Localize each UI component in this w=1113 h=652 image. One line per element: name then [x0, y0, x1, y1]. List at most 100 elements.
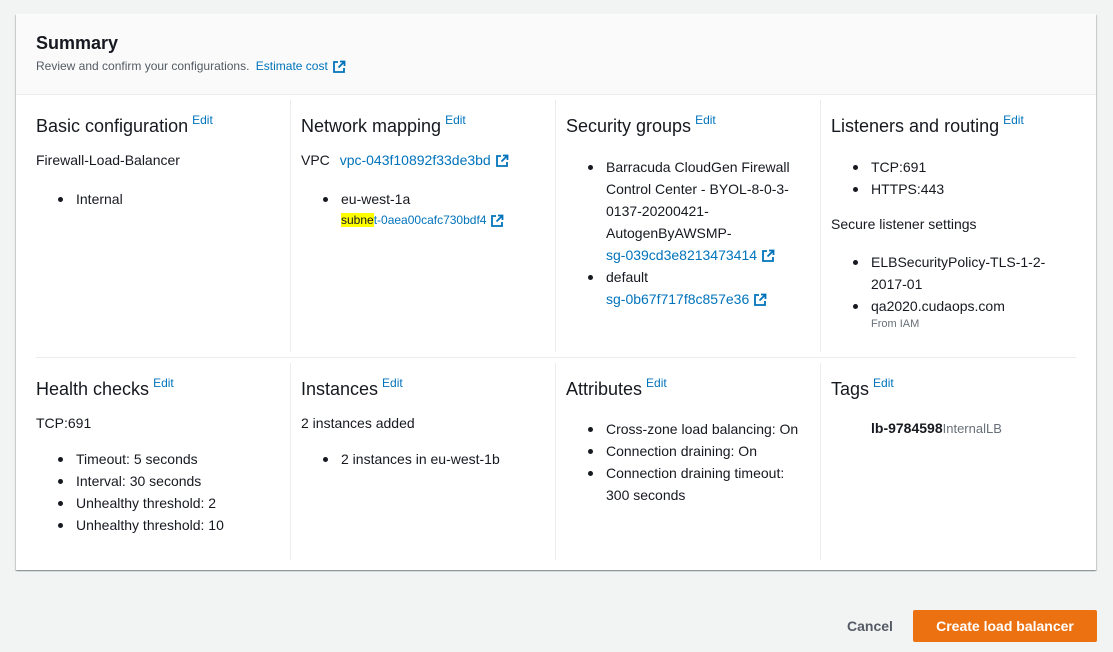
draining-timeout-line: 300 seconds: [606, 487, 686, 503]
health-check-list: Timeout: 5 seconds Interval: 30 seconds …: [56, 448, 224, 536]
security-policy-line: 2017-01: [871, 276, 923, 292]
external-link-icon: [495, 154, 509, 168]
list-item: ELBSecurityPolicy-TLS-1-2- 2017-01: [851, 251, 1076, 295]
listeners-routing-section: Listeners and routing Edit TCP:691 HTTPS:…: [831, 113, 1081, 330]
attributes-section: Attributes Edit Cross-zone load balancing…: [566, 376, 816, 503]
tags-heading: Tags Edit: [831, 376, 1081, 400]
cancel-button[interactable]: Cancel: [832, 611, 908, 641]
list-item: Timeout: 5 seconds: [56, 448, 224, 470]
summary-description: Review and confirm your configurations. …: [36, 59, 346, 74]
subnet-list: eu-west-1a subnet-0aea00cafc730bdf4: [321, 188, 504, 230]
network-mapping-section: Network mapping Edit VPC vpc-043f10892f33…: [301, 113, 551, 227]
vpc-row: VPC vpc-043f10892f33de3bd: [301, 152, 509, 168]
section-title: Health checks: [36, 379, 150, 399]
security-group-id: sg-0b67f717f8c857e36: [606, 291, 750, 307]
external-link-icon: [332, 60, 346, 74]
instances-list: 2 instances in eu-west-1b: [321, 448, 500, 470]
vpc-link[interactable]: vpc-043f10892f33de3bd: [340, 152, 509, 168]
summary-title: Summary: [36, 33, 119, 53]
attributes-list: Cross-zone load balancing: On Connection…: [586, 418, 811, 506]
external-link-icon: [490, 214, 504, 228]
list-item: Connection draining timeout: 300 seconds: [586, 462, 811, 506]
health-check-target: TCP:691: [36, 415, 92, 431]
health-checks-heading: Health checks Edit: [36, 376, 286, 400]
section-title: Basic configuration: [36, 116, 189, 136]
certificate-source: From IAM: [871, 318, 920, 330]
edit-security-groups-link[interactable]: Edit: [695, 113, 716, 127]
section-title: Instances: [301, 379, 379, 399]
list-item: TCP:691: [851, 156, 944, 178]
tag-entry: lb-9784598InternalLB: [871, 420, 1002, 436]
section-title: Tags: [831, 379, 870, 399]
column-divider: [290, 100, 291, 352]
row-divider: [36, 357, 1076, 358]
security-group-link[interactable]: sg-039cd3e8213473414: [606, 244, 811, 266]
security-groups-heading: Security groups Edit: [566, 113, 816, 137]
scheme-list: Internal: [56, 188, 123, 210]
health-checks-section: Health checks Edit TCP:691 Timeout: 5 sec…: [36, 376, 286, 533]
summary-header: Summary Review and confirm your configur…: [16, 14, 1096, 95]
security-policy-line: ELBSecurityPolicy-TLS-1-2-: [871, 254, 1046, 270]
edit-listeners-link[interactable]: Edit: [1003, 113, 1024, 127]
section-title: Network mapping: [301, 116, 442, 136]
load-balancer-name: Firewall-Load-Balancer: [36, 152, 180, 168]
column-divider: [555, 363, 556, 560]
section-title: Attributes: [566, 379, 643, 399]
list-item: HTTPS:443: [851, 178, 944, 200]
section-title: Listeners and routing: [831, 116, 1000, 136]
edit-basic-configuration-link[interactable]: Edit: [192, 113, 213, 127]
instances-summary: 2 instances added: [301, 415, 415, 431]
subnet-highlight: subne: [341, 213, 374, 227]
security-group-name-line: default: [606, 269, 649, 285]
summary-card: Summary Review and confirm your configur…: [16, 14, 1096, 570]
list-item: Unhealthy threshold: 2: [56, 492, 224, 514]
column-divider: [820, 363, 821, 560]
certificate-name: qa2020.cudaops.com: [871, 298, 1005, 314]
estimate-cost-label: Estimate cost: [255, 59, 328, 73]
draining-timeout-line: Connection draining timeout:: [606, 465, 785, 481]
secure-listener-heading: Secure listener settings: [831, 216, 977, 232]
list-item: Internal: [56, 188, 123, 210]
availability-zone: eu-west-1a: [341, 191, 411, 207]
instances-heading: Instances Edit: [301, 376, 551, 400]
edit-network-mapping-link[interactable]: Edit: [445, 113, 466, 127]
vpc-id: vpc-043f10892f33de3bd: [339, 152, 491, 168]
list-item: Unhealthy threshold: 10: [56, 514, 224, 536]
estimate-cost-link[interactable]: Estimate cost: [256, 59, 346, 73]
security-group-name-line: 0137-20200421-: [606, 203, 709, 219]
column-divider: [555, 100, 556, 352]
list-item: Cross-zone load balancing: On: [586, 418, 811, 440]
external-link-icon: [761, 249, 775, 263]
list-item: qa2020.cudaops.com From IAM: [851, 295, 1076, 331]
security-group-link[interactable]: sg-0b67f717f8c857e36: [606, 288, 811, 310]
list-item: default sg-0b67f717f8c857e36: [586, 266, 811, 310]
list-item: Connection draining: On: [586, 440, 811, 462]
list-item: Interval: 30 seconds: [56, 470, 224, 492]
security-group-name-line: Barracuda CloudGen Firewall: [606, 159, 790, 175]
listener-list: TCP:691 HTTPS:443: [851, 156, 944, 200]
security-group-list: Barracuda CloudGen Firewall Control Cent…: [586, 156, 811, 310]
basic-configuration-section: Basic configuration Edit Firewall-Load-Ba…: [36, 113, 286, 207]
vpc-label: VPC: [301, 152, 330, 168]
section-title: Security groups: [566, 116, 692, 136]
edit-health-checks-link[interactable]: Edit: [153, 376, 174, 390]
edit-attributes-link[interactable]: Edit: [646, 376, 667, 390]
create-load-balancer-button[interactable]: Create load balancer: [913, 610, 1097, 642]
secure-listener-list: ELBSecurityPolicy-TLS-1-2- 2017-01 qa202…: [851, 251, 1076, 331]
subnet-id: t-0aea00cafc730bdf4: [373, 213, 487, 227]
network-mapping-heading: Network mapping Edit: [301, 113, 551, 137]
column-divider: [290, 363, 291, 560]
tag-key: lb-9784598: [871, 420, 943, 436]
tag-value: InternalLB: [942, 421, 1002, 436]
security-group-name-line: AutogenByAWSMP-: [606, 225, 732, 241]
security-group-id: sg-039cd3e8213473414: [606, 247, 758, 263]
list-item: Barracuda CloudGen Firewall Control Cent…: [586, 156, 811, 266]
edit-tags-link[interactable]: Edit: [873, 376, 894, 390]
security-group-name-line: Control Center - BYOL-8-0-3-: [606, 181, 789, 197]
subnet-link[interactable]: subnet-0aea00cafc730bdf4: [341, 210, 504, 230]
basic-configuration-heading: Basic configuration Edit: [36, 113, 286, 137]
edit-instances-link[interactable]: Edit: [382, 376, 403, 390]
security-groups-section: Security groups Edit Barracuda CloudGen F…: [566, 113, 816, 307]
instances-section: Instances Edit 2 instances added 2 instan…: [301, 376, 551, 467]
summary-description-text: Review and confirm your configurations.: [36, 59, 250, 73]
